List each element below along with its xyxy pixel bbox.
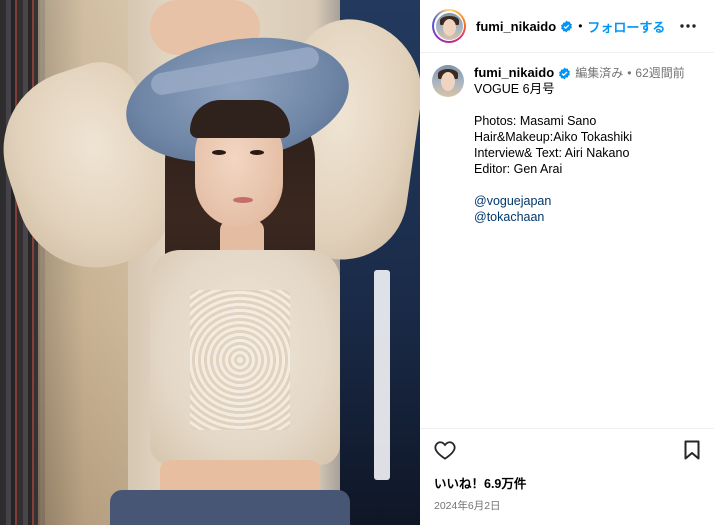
caption-avatar[interactable] [432, 65, 464, 97]
mention-link[interactable]: @voguejapan [474, 193, 685, 209]
post-footer: いいね！6.9万件 2024年6月2日 [420, 428, 714, 525]
verified-badge-icon [558, 67, 571, 80]
follow-button[interactable]: フォローする [587, 17, 665, 36]
more-horizontal-icon[interactable] [676, 14, 700, 38]
likes-count[interactable]: いいね！6.9万件 [434, 473, 700, 492]
mention-link[interactable]: @tokachaan [474, 209, 685, 225]
jeans [110, 490, 350, 525]
post-date: 2024年6月2日 [434, 500, 501, 512]
caption-line: Photos: Masami Sano [474, 114, 597, 128]
bookmark-icon[interactable] [684, 440, 700, 465]
action-bar [434, 439, 700, 465]
story-ring[interactable] [432, 9, 466, 43]
post-photo[interactable] [0, 0, 420, 525]
instagram-post: fumi_nikaido • フォローする fumi_nikaido 編集済み … [0, 0, 714, 525]
background-light [374, 270, 390, 480]
caption-username[interactable]: fumi_nikaido [474, 65, 554, 81]
heart-icon[interactable] [434, 440, 456, 465]
header-username[interactable]: fumi_nikaido [476, 19, 556, 34]
caption-line: Hair&Makeup:Aiko Tokashiki [474, 130, 633, 144]
meta-separator: • [627, 66, 632, 80]
lips [233, 197, 253, 203]
edited-label: 編集済み [575, 66, 624, 80]
lace-panel [190, 290, 290, 430]
bangs [190, 100, 290, 138]
caption-line: Editor: Gen Arai [474, 162, 563, 176]
post-sidebar: fumi_nikaido • フォローする fumi_nikaido 編集済み … [420, 0, 714, 525]
caption-line: Interview& Text: Airi Nakano [474, 146, 630, 160]
separator-dot: • [578, 19, 583, 33]
verified-badge-icon [560, 20, 573, 33]
time-ago[interactable]: 62週間前 [635, 65, 684, 81]
avatar [435, 12, 463, 40]
right-eye [250, 150, 264, 155]
left-eye [212, 150, 226, 155]
post-header: fumi_nikaido • フォローする [420, 0, 714, 53]
caption-section: fumi_nikaido 編集済み • 62週間前 VOGUE 6月号 Phot… [420, 53, 714, 428]
caption-line: VOGUE 6月号 [474, 82, 555, 96]
caption-body: fumi_nikaido 編集済み • 62週間前 VOGUE 6月号 Phot… [474, 65, 685, 428]
